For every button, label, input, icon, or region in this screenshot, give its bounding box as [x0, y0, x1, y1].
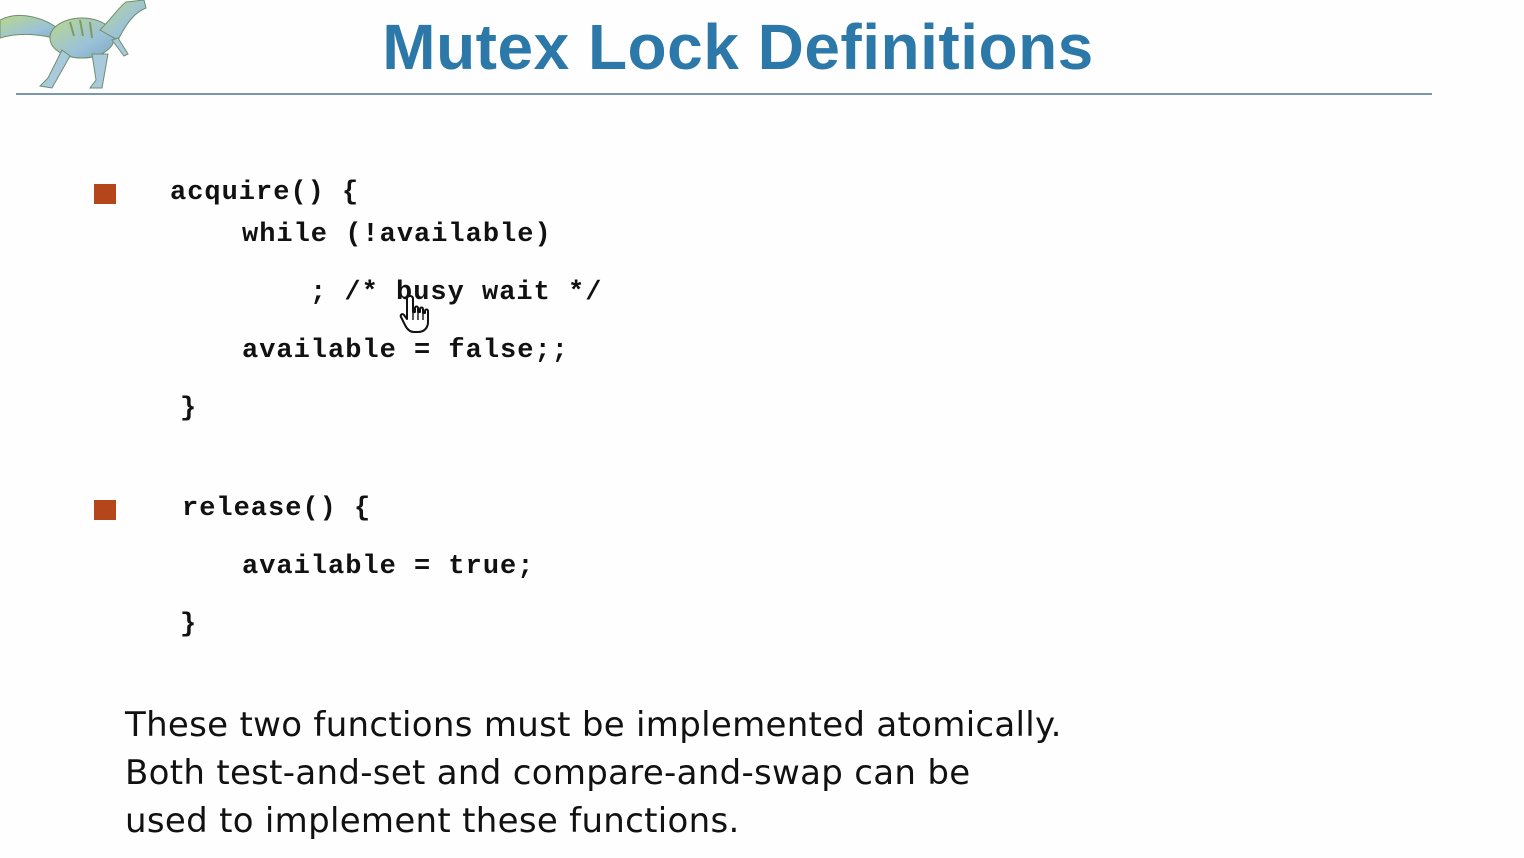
- note-line: Both test-and-set and compare-and-swap c…: [125, 753, 971, 793]
- code-line: ; /* busy wait */: [310, 278, 603, 308]
- note-line: used to implement these functions.: [125, 801, 740, 841]
- code-line: acquire() {: [170, 178, 360, 208]
- square-bullet-icon: [94, 184, 116, 204]
- code-line: available = true;: [242, 552, 535, 582]
- code-line: available = false;;: [242, 336, 569, 366]
- slide: Mutex Lock Definitions acquire() { while…: [0, 0, 1524, 858]
- code-line: while (!available): [242, 220, 552, 250]
- slide-note: These two functions must be implemented …: [125, 701, 1325, 845]
- note-line: These two functions must be implemented …: [125, 705, 1062, 745]
- slide-title: Mutex Lock Definitions: [382, 11, 1094, 83]
- code-line: release() {: [182, 494, 372, 524]
- square-bullet-icon: [94, 500, 116, 520]
- title-divider: [16, 93, 1432, 95]
- code-line: }: [180, 610, 198, 640]
- code-line: }: [180, 394, 198, 424]
- hand-pointer-cursor-icon: [399, 295, 429, 333]
